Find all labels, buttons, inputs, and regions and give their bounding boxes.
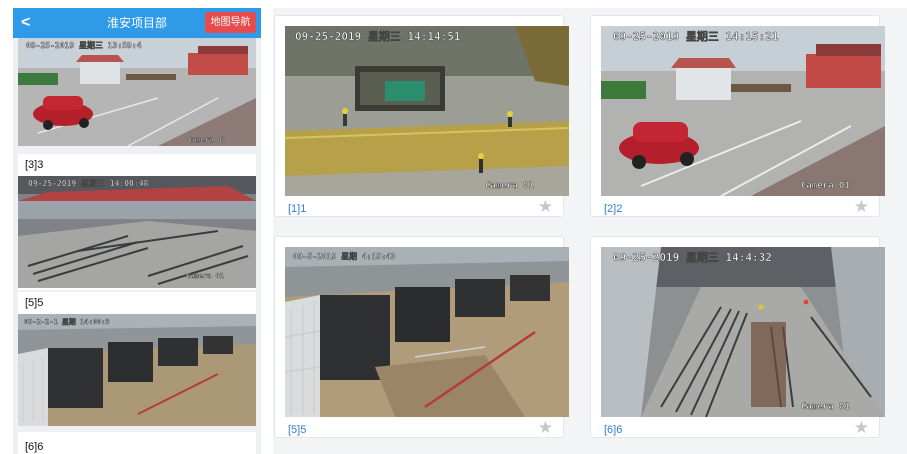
map-navigation-button[interactable]: 地图导航 <box>205 12 256 33</box>
osd-timestamp: 09-25-2019 星期三 14:4:32 <box>613 250 772 264</box>
star-icon[interactable]: ★ <box>854 198 869 216</box>
camera-card[interactable]: 09-25-2019 星期三 14:14:51 Camera 01 [1]1 ★ <box>274 15 569 217</box>
camera-label: [6]6 <box>25 441 44 453</box>
camera-label[interactable]: [5]5 <box>288 423 306 437</box>
osd-timestamp: 09-2-2-1 星期 14:00:3 <box>24 317 110 326</box>
star-icon[interactable]: ★ <box>538 419 553 437</box>
osd-camera-label: Camera 01 <box>801 402 850 412</box>
top-bar: < 淮安项目部 地图导航 <box>13 8 261 38</box>
camera-grid: 09-25-2019 星期三 14:14:51 Camera 01 [1]1 ★ <box>273 8 907 454</box>
camera-label[interactable]: [2]2 <box>604 202 622 216</box>
camera-list-item[interactable]: [3]3 09-25-2019 星期三 14:00:48 Camera 01 <box>18 154 256 290</box>
osd-camera-label: Camera 01 <box>186 272 224 280</box>
osd-camera-label: Camera 01 <box>485 181 534 191</box>
star-icon[interactable]: ★ <box>538 198 553 216</box>
osd-camera-label: Camera 01 <box>801 181 850 191</box>
camera-list-item[interactable]: 09-25-2019 星期三 13:59:4 Camera 01 <box>18 38 256 146</box>
camera-label[interactable]: [1]1 <box>288 202 306 216</box>
camera-list-item[interactable]: [5]5 09-2-2-1 星期 14:00:3 <box>18 292 256 426</box>
camera-card[interactable]: 09-25-2019 星期三 14:4:32 Camera 01 [6]6 ★ <box>590 236 885 438</box>
camera-card[interactable]: 09-5-2019 星期 4:15:43 [5]5 ★ <box>274 236 569 438</box>
osd-timestamp: 09-25-2019 星期三 14:14:51 <box>295 29 461 43</box>
star-icon[interactable]: ★ <box>854 419 869 437</box>
camera-feed-image[interactable]: 09-25-2019 星期三 14:00:48 Camera 01 <box>18 176 256 288</box>
camera-feed-image[interactable]: 09-2-2-1 星期 14:00:3 <box>18 314 256 426</box>
app-root: < 淮安项目部 地图导航 09-25-2019 星期三 13:59:4 Came… <box>0 0 907 454</box>
osd-timestamp: 09-25-2019 星期三 14:15:21 <box>613 29 779 43</box>
camera-feed-image[interactable]: 09-25-2019 星期三 14:4:32 Camera 01 <box>601 247 885 417</box>
mobile-panel: < 淮安项目部 地图导航 09-25-2019 星期三 13:59:4 Came… <box>13 8 261 454</box>
osd-timestamp: 09-5-2019 星期 4:15:43 <box>293 251 396 261</box>
camera-feed-image[interactable]: 09-25-2019 星期三 14:14:51 Camera 01 <box>285 26 569 196</box>
camera-label[interactable]: [6]6 <box>604 423 622 437</box>
osd-timestamp: 09-25-2019 星期三 13:59:4 <box>26 40 142 50</box>
camera-card[interactable]: 09-25-2019 星期三 14:15:21 Camera 01 [2]2 ★ <box>590 15 885 217</box>
osd-timestamp: 09-25-2019 星期三 14:00:48 <box>28 178 149 188</box>
camera-feed-image[interactable]: 09-5-2019 星期 4:15:43 <box>285 247 569 417</box>
camera-feed-image[interactable]: 09-25-2019 星期三 13:59:4 Camera 01 <box>18 38 256 146</box>
osd-camera-label: Camera 01 <box>188 136 226 144</box>
camera-label: [3]3 <box>25 159 44 171</box>
camera-label: [5]5 <box>25 297 44 309</box>
camera-feed-image[interactable]: 09-25-2019 星期三 14:15:21 Camera 01 <box>601 26 885 196</box>
camera-list-item[interactable]: [6]6 <box>18 432 256 454</box>
